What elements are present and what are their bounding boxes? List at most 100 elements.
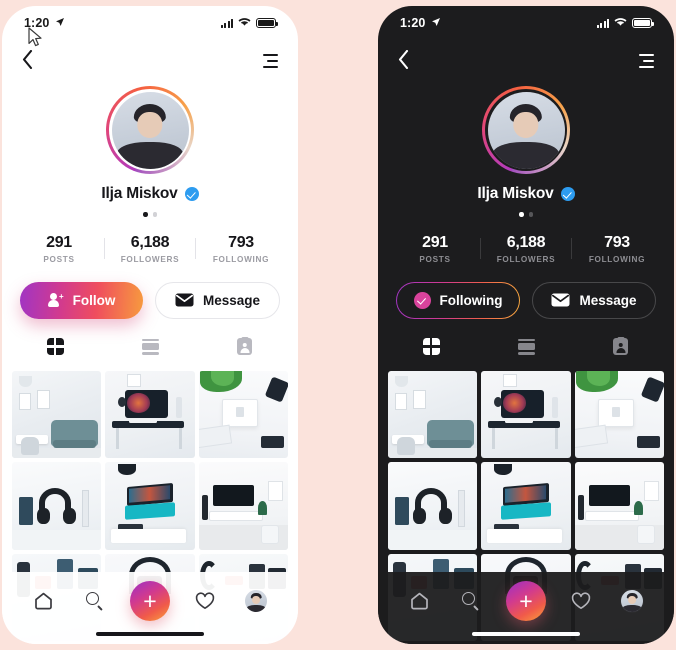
following-button[interactable]: Following <box>396 282 520 319</box>
nav-search[interactable] <box>78 584 112 618</box>
cellular-signal-icon <box>596 18 609 28</box>
avatar-face <box>137 111 163 138</box>
location-arrow-icon <box>431 17 441 30</box>
tab-reels[interactable] <box>103 334 198 360</box>
profile-stats: 291 POSTS 6,188 FOLLOWERS 793 FOLLOWING <box>2 234 298 264</box>
nav-home[interactable] <box>27 584 61 618</box>
search-icon <box>462 592 480 611</box>
avatar-inner <box>109 89 191 171</box>
search-icon <box>86 592 104 611</box>
create-post-button[interactable]: + <box>505 581 546 621</box>
tab-grid[interactable] <box>384 334 479 360</box>
avatar[interactable] <box>487 91 565 169</box>
profile-actions: + Follow Message <box>2 281 298 319</box>
home-indicator <box>472 631 580 636</box>
story-dots-indicator <box>2 212 298 217</box>
stat-followers[interactable]: 6,188 FOLLOWERS <box>105 234 195 264</box>
story-ring[interactable] <box>106 86 194 174</box>
profile-name-row: Ilja Miskov <box>2 185 298 203</box>
grid-photo[interactable] <box>12 370 102 459</box>
status-bar-left: 1:20 <box>400 16 441 30</box>
status-bar-right <box>596 14 654 32</box>
verified-badge-icon <box>184 187 199 201</box>
cellular-signal-icon <box>220 18 233 28</box>
grid-photo[interactable] <box>388 462 478 550</box>
hamburger-menu-icon[interactable] <box>263 53 278 69</box>
profile-tabs <box>2 334 298 360</box>
nav-search[interactable] <box>454 584 488 618</box>
grid-photo[interactable] <box>105 370 195 459</box>
reels-icon <box>517 338 535 355</box>
grid-photo[interactable] <box>574 370 664 459</box>
stat-following[interactable]: 793 FOLLOWING <box>572 234 662 264</box>
home-indicator <box>96 631 204 636</box>
profile-section: Ilja Miskov 291 POSTS 6,188 FOLLOWERS 79… <box>378 82 674 642</box>
stat-label: FOLLOWERS <box>120 254 180 264</box>
location-arrow-icon <box>55 17 65 30</box>
status-bar: 1:20 <box>378 6 674 40</box>
grid-photo[interactable] <box>12 462 102 550</box>
wifi-icon <box>614 14 627 32</box>
stat-posts[interactable]: 291 POSTS <box>390 234 480 264</box>
tagged-person-icon <box>237 336 253 355</box>
follow-button[interactable]: + Follow <box>20 281 143 319</box>
create-post-button[interactable]: + <box>129 581 170 621</box>
avatar-body <box>492 142 560 169</box>
battery-full-icon <box>632 18 654 28</box>
avatar-inner <box>485 89 567 171</box>
tab-grid[interactable] <box>8 334 103 360</box>
profile-header <box>378 40 674 82</box>
heart-icon <box>195 592 215 610</box>
check-circle-icon <box>413 291 431 309</box>
profile-section: Ilja Miskov 291 POSTS 6,188 FOLLOWERS 79… <box>2 82 298 642</box>
wifi-icon <box>238 14 251 32</box>
plus-icon: + <box>519 587 533 614</box>
profile-name: Ilja Miskov <box>101 185 178 202</box>
story-ring[interactable] <box>482 86 570 174</box>
avatar-face <box>513 111 539 138</box>
grid-photo[interactable] <box>198 462 288 550</box>
status-bar: 1:20 <box>2 6 298 40</box>
grid-photo[interactable] <box>105 462 195 550</box>
message-button[interactable]: Message <box>155 281 280 319</box>
tab-reels[interactable] <box>479 334 574 360</box>
follow-button-label: Follow <box>72 292 116 308</box>
message-button-label: Message <box>202 292 261 308</box>
nav-activity[interactable] <box>564 584 598 618</box>
nav-profile[interactable] <box>615 584 649 618</box>
home-icon <box>34 592 53 610</box>
chevron-left-icon[interactable] <box>398 49 409 73</box>
stat-label: FOLLOWING <box>588 254 646 264</box>
stat-label: POSTS <box>419 254 451 264</box>
stat-label: FOLLOWING <box>212 254 270 264</box>
avatar-body <box>116 142 184 169</box>
nav-home[interactable] <box>403 584 437 618</box>
avatar[interactable] <box>111 91 189 169</box>
plus-icon: + <box>143 587 157 614</box>
grid-photo[interactable] <box>481 462 571 550</box>
nav-activity[interactable] <box>188 584 222 618</box>
status-time: 1:20 <box>400 16 426 30</box>
tab-tagged[interactable] <box>197 334 292 360</box>
stat-followers[interactable]: 6,188 FOLLOWERS <box>481 234 571 264</box>
envelope-icon <box>175 293 194 307</box>
grid-photo[interactable] <box>198 370 288 459</box>
battery-full-icon <box>256 18 278 28</box>
stat-posts[interactable]: 291 POSTS <box>14 234 104 264</box>
nav-profile[interactable] <box>239 584 273 618</box>
screen: 1:20 Ilja Miskov 291 POSTS 6,188 FOLLOWE… <box>2 6 298 644</box>
tagged-person-icon <box>613 336 629 355</box>
grid-photo[interactable] <box>388 370 478 459</box>
stat-following[interactable]: 793 FOLLOWING <box>196 234 286 264</box>
profile-stats: 291 POSTS 6,188 FOLLOWERS 793 FOLLOWING <box>378 234 674 264</box>
message-button[interactable]: Message <box>532 281 656 319</box>
tab-tagged[interactable] <box>573 334 668 360</box>
grid-photo[interactable] <box>481 370 571 459</box>
chevron-left-icon[interactable] <box>22 49 33 73</box>
envelope-icon <box>551 293 570 307</box>
stat-value: 6,188 <box>130 233 170 251</box>
message-button-label: Message <box>579 292 637 308</box>
grid-photo[interactable] <box>574 462 664 550</box>
hamburger-menu-icon[interactable] <box>639 53 654 69</box>
add-user-icon: + <box>47 293 64 307</box>
